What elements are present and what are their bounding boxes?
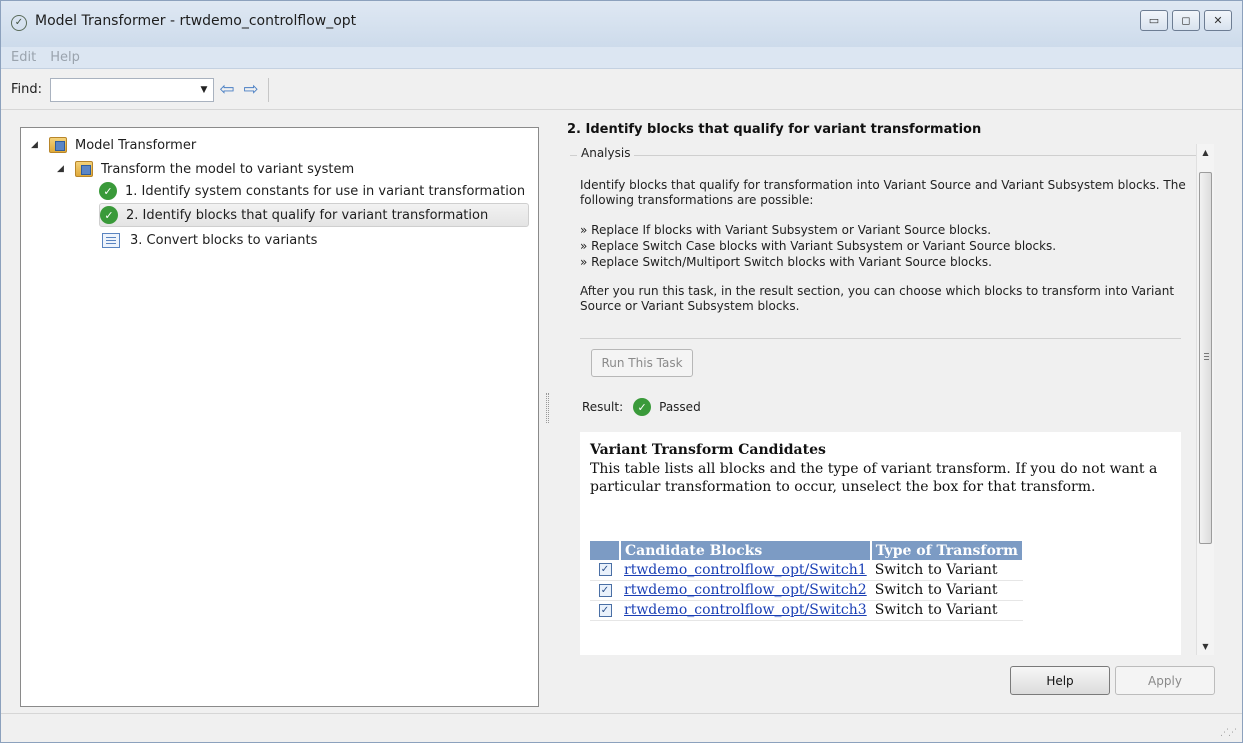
pane-splitter[interactable]: [546, 393, 549, 423]
table-row: ✓ rtwdemo_controlflow_opt/Switch3 Switch…: [590, 600, 1023, 621]
list-item: » Replace Switch/Multiport Switch blocks…: [580, 255, 992, 269]
run-task-button[interactable]: Run This Task: [591, 349, 693, 377]
block-cell: rtwdemo_controlflow_opt/Switch3: [620, 600, 871, 621]
transform-checkbox[interactable]: ✓: [598, 603, 612, 617]
result-value: Passed: [659, 400, 701, 414]
toolbar-separator: [268, 77, 270, 102]
toolbar: Find: ▼ ⇦ ⇨: [1, 70, 1242, 110]
folder-icon: [75, 161, 93, 177]
scroll-down-icon[interactable]: ▼: [1197, 638, 1214, 655]
menu-edit[interactable]: Edit: [11, 50, 36, 65]
column-header-checkbox: [590, 541, 621, 560]
block-cell: rtwdemo_controlflow_opt/Switch2: [620, 580, 871, 601]
result-label: Result:: [582, 400, 624, 414]
transform-type-cell: Switch to Variant: [870, 560, 1023, 581]
block-link[interactable]: rtwdemo_controlflow_opt/Switch2: [624, 582, 867, 598]
tree-item-label: 1. Identify system constants for use in …: [125, 183, 526, 199]
tree-item-label: Model Transformer: [75, 137, 197, 153]
list-item: » Replace Switch Case blocks with Varian…: [580, 239, 1057, 253]
find-input[interactable]: [51, 78, 192, 101]
candidate-table: Candidate Blocks Type of Transform ✓ rtw…: [590, 541, 1024, 621]
maximize-button[interactable]: ◻: [1172, 10, 1200, 31]
minimize-button[interactable]: ▭: [1140, 10, 1168, 31]
column-header-candidate-blocks: Candidate Blocks: [620, 541, 872, 560]
analysis-intro: Identify blocks that qualify for transfo…: [580, 178, 1186, 207]
tree-item-label: 3. Convert blocks to variants: [130, 232, 318, 248]
checkbox-cell: ✓: [590, 580, 620, 601]
menu-help[interactable]: Help: [50, 50, 80, 65]
find-combobox[interactable]: ▼: [50, 77, 215, 102]
folder-icon: [49, 137, 67, 153]
result-report: Variant Transform Candidates This table …: [580, 432, 1181, 655]
analysis-after-note: After you run this task, in the result s…: [580, 284, 1175, 313]
window-controls: ▭ ◻ ✕: [1140, 10, 1232, 31]
analysis-content: Identify blocks that qualify for transfo…: [580, 178, 1200, 314]
resize-grip-icon[interactable]: ⋰⋰: [1220, 728, 1237, 738]
transform-list: » Replace If blocks with Variant Subsyst…: [580, 222, 1200, 270]
find-label: Find:: [11, 82, 43, 97]
transform-type-cell: Switch to Variant: [870, 600, 1023, 621]
grip-icon: [1204, 353, 1209, 360]
checkbox-cell: ✓: [590, 560, 620, 581]
transform-type-cell: Switch to Variant: [870, 580, 1023, 601]
check-icon: ✓: [99, 182, 117, 200]
checkbox-cell: ✓: [590, 600, 620, 621]
table-row: ✓ rtwdemo_controlflow_opt/Switch1 Switch…: [590, 560, 1023, 581]
transform-checkbox[interactable]: ✓: [598, 563, 612, 577]
tree-item-task-1[interactable]: ✓ 1. Identify system constants for use i…: [99, 179, 525, 203]
analysis-label: Analysis: [577, 146, 635, 160]
tree-item-group[interactable]: ◢ Transform the model to variant system: [57, 157, 354, 181]
status-bar: ⋰⋰: [1, 713, 1242, 742]
model-transformer-window: ✓ Model Transformer - rtwdemo_controlflo…: [0, 0, 1243, 743]
vertical-scrollbar[interactable]: ▲ ▼: [1196, 144, 1214, 655]
expand-triangle-icon[interactable]: ◢: [57, 164, 69, 174]
result-status: Result: ✓ Passed: [582, 398, 701, 416]
list-item: » Replace If blocks with Variant Subsyst…: [580, 223, 992, 237]
window-title: Model Transformer - rtwdemo_controlflow_…: [35, 13, 357, 29]
tree-item-root[interactable]: ◢ Model Transformer: [31, 133, 196, 157]
table-header-row: Candidate Blocks Type of Transform: [590, 541, 1024, 560]
task-detail-pane: 2. Identify blocks that qualify for vari…: [553, 106, 1242, 706]
report-title: Variant Transform Candidates: [590, 442, 826, 458]
tree-item-label: 2. Identify blocks that qualify for vari…: [126, 207, 489, 223]
check-icon: ✓: [100, 206, 118, 224]
column-header-type-of-transform: Type of Transform: [870, 541, 1024, 560]
expand-triangle-icon[interactable]: ◢: [31, 140, 43, 150]
close-button[interactable]: ✕: [1204, 10, 1232, 31]
tree-item-label: Transform the model to variant system: [101, 161, 355, 177]
transform-checkbox[interactable]: ✓: [598, 583, 612, 597]
task-list-icon: [102, 232, 120, 248]
divider: [580, 338, 1181, 339]
apply-button[interactable]: Apply: [1115, 666, 1215, 695]
scroll-thumb[interactable]: [1199, 172, 1212, 544]
help-button[interactable]: Help: [1010, 666, 1110, 695]
block-link[interactable]: rtwdemo_controlflow_opt/Switch1: [624, 562, 867, 578]
arrow-right-icon[interactable]: ⇨: [240, 79, 262, 101]
task-heading: 2. Identify blocks that qualify for vari…: [567, 122, 982, 137]
scroll-up-icon[interactable]: ▲: [1197, 144, 1214, 161]
check-icon: ✓: [633, 398, 652, 416]
menu-bar: Edit Help: [1, 47, 1242, 69]
report-description: This table lists all blocks and the type…: [590, 461, 1158, 495]
tree-item-task-3[interactable]: 3. Convert blocks to variants: [102, 228, 317, 252]
arrow-left-icon[interactable]: ⇦: [216, 79, 238, 101]
app-icon: ✓: [11, 15, 27, 31]
tree-item-task-2[interactable]: ✓ 2. Identify blocks that qualify for va…: [99, 203, 529, 227]
task-tree: ◢ Model Transformer ◢ Transform the mode…: [20, 127, 539, 707]
title-bar: ✓ Model Transformer - rtwdemo_controlflo…: [1, 1, 1242, 47]
table-row: ✓ rtwdemo_controlflow_opt/Switch2 Switch…: [590, 580, 1023, 601]
block-cell: rtwdemo_controlflow_opt/Switch1: [620, 560, 871, 581]
chevron-down-icon[interactable]: ▼: [195, 79, 213, 101]
block-link[interactable]: rtwdemo_controlflow_opt/Switch3: [624, 602, 867, 618]
